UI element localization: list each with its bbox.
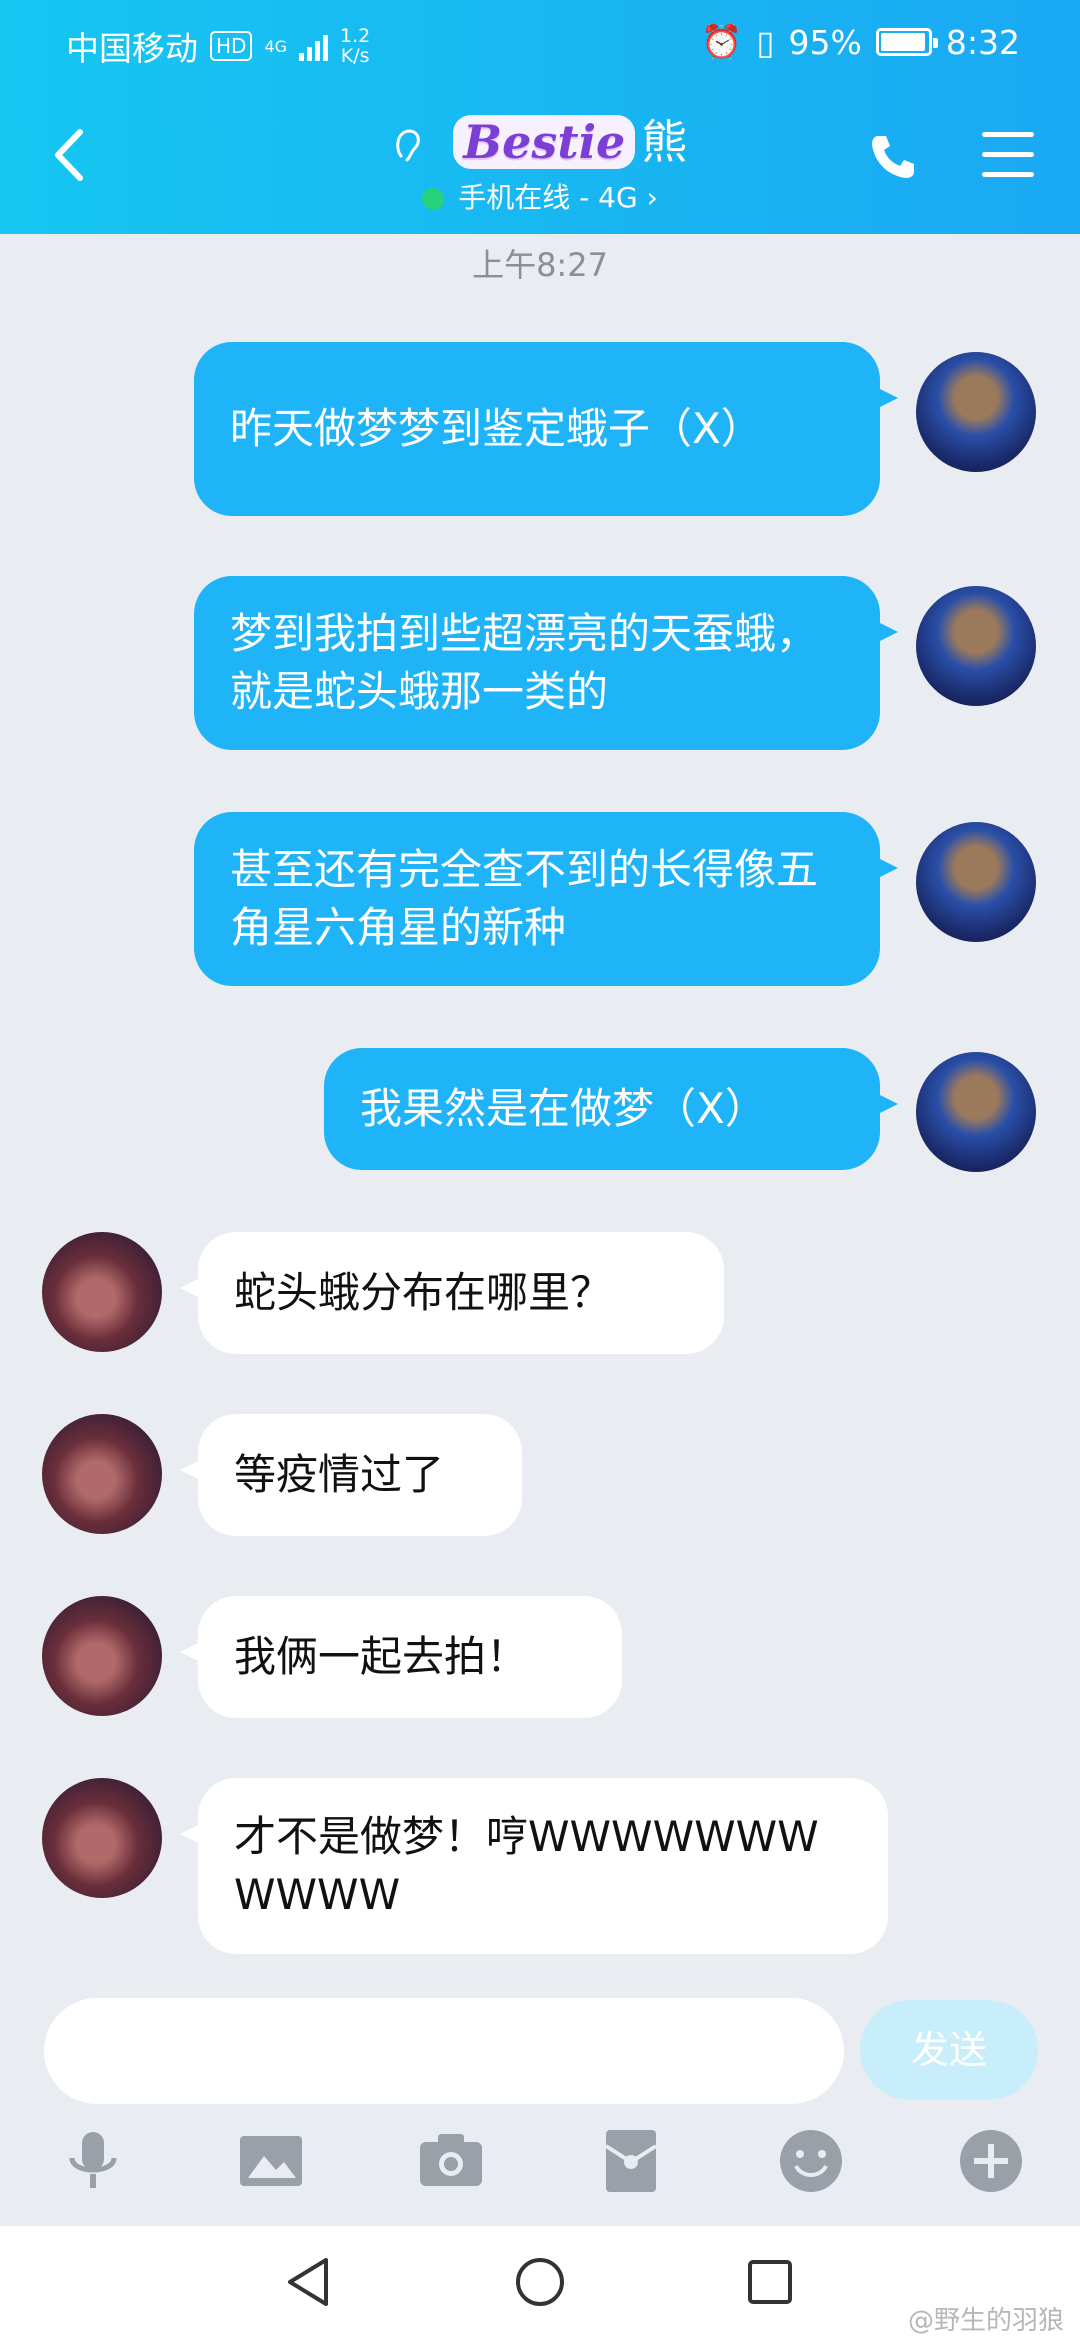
contact-avatar[interactable] — [42, 1778, 162, 1898]
network-label: 4G — [264, 36, 288, 56]
message-input[interactable] — [44, 1998, 844, 2104]
chevron-right-icon: › — [646, 181, 658, 214]
emoji-icon[interactable] — [778, 2128, 844, 2194]
header-bar: 中国移动 HD 4G 1.2 K/s ⏰ ▯ 95% 8:32 Bestie 熊… — [0, 0, 1080, 234]
carrier-label: 中国移动 — [66, 29, 198, 68]
message-bubble[interactable]: 才不是做梦！哼WWWWWWWWWWW — [180, 1778, 888, 1954]
battery-icon — [875, 28, 938, 56]
status-bar: 中国移动 HD 4G 1.2 K/s ⏰ ▯ 95% 8:32 — [0, 0, 1080, 84]
my-avatar[interactable] — [916, 352, 1036, 472]
image-icon[interactable] — [238, 2128, 304, 2194]
message-timestamp: 上午8:27 — [472, 246, 608, 284]
phone-icon[interactable] — [866, 130, 920, 184]
message-bubble[interactable]: 我俩一起去拍！ — [180, 1596, 622, 1718]
chat-toolbar — [0, 2128, 1080, 2208]
net-speed: 1.2 K/s — [340, 25, 371, 67]
message-bubble[interactable]: 我果然是在做梦（X） — [324, 1048, 898, 1170]
message-bubble[interactable]: 蛇头蛾分布在哪里？ — [180, 1232, 724, 1354]
menu-icon[interactable] — [982, 132, 1034, 178]
my-avatar[interactable] — [916, 1052, 1036, 1172]
ear-icon — [395, 128, 420, 161]
message-bubble[interactable]: 等疫情过了 — [180, 1414, 522, 1536]
nav-home-icon[interactable] — [514, 2256, 566, 2308]
send-button[interactable]: 发送 — [860, 2000, 1038, 2100]
message-bubble[interactable]: 梦到我拍到些超漂亮的天蚕蛾，就是蛇头蛾那一类的 — [194, 576, 898, 750]
nav-recents-icon[interactable] — [746, 2258, 794, 2306]
nav-back-icon[interactable] — [284, 2254, 334, 2310]
mic-icon[interactable] — [60, 2128, 126, 2194]
contact-avatar[interactable] — [42, 1414, 162, 1534]
watermark: @野生的羽狼 — [907, 2306, 1064, 2336]
name-logo: Bestie — [453, 115, 636, 169]
chat-nav: Bestie 熊 手机在线 - 4G › — [0, 90, 1080, 230]
signal-icon — [299, 31, 329, 61]
hd-badge: HD — [210, 31, 253, 61]
clock: 8:32 — [945, 22, 1020, 62]
plus-icon[interactable] — [958, 2128, 1024, 2194]
contact-avatar[interactable] — [42, 1232, 162, 1352]
online-dot-icon — [422, 188, 445, 210]
my-avatar[interactable] — [916, 586, 1036, 706]
alarm-icon: ⏰ — [701, 22, 743, 61]
my-avatar[interactable] — [916, 822, 1036, 942]
red-packet-icon[interactable] — [598, 2128, 664, 2194]
message-bubble[interactable]: 甚至还有完全查不到的长得像五角星六角星的新种 — [194, 812, 898, 986]
battery-percent: 95% — [788, 22, 862, 62]
camera-icon[interactable] — [418, 2128, 484, 2194]
contact-name: 熊 — [641, 115, 688, 169]
vibrate-icon: ▯ — [756, 22, 775, 62]
message-bubble[interactable]: 昨天做梦梦到鉴定蛾子（X） — [194, 342, 898, 516]
contact-avatar[interactable] — [42, 1596, 162, 1716]
